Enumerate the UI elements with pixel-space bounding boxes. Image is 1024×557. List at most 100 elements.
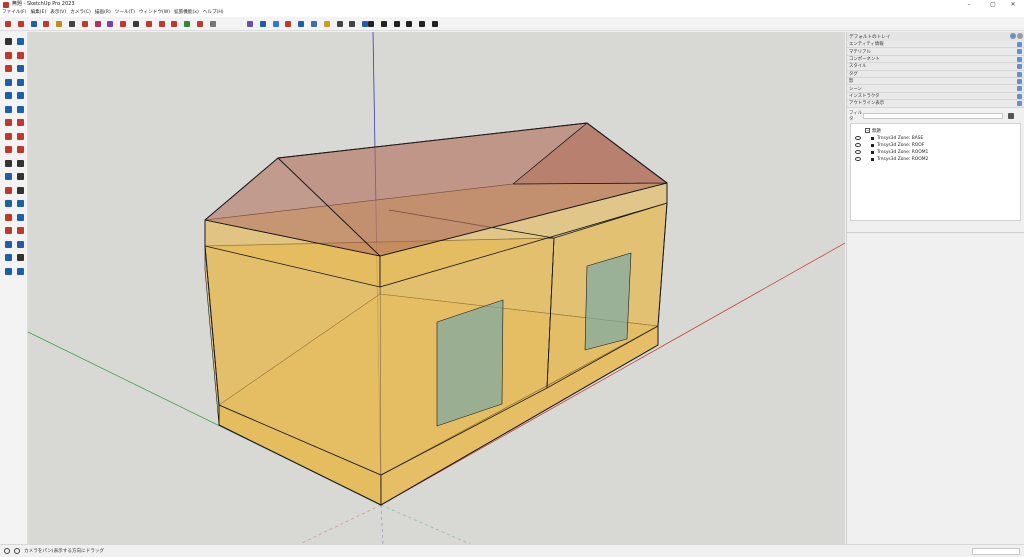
xray-icon[interactable] <box>322 19 332 29</box>
tray-panel[interactable]: マテリアル <box>847 48 1024 56</box>
offset-icon[interactable] <box>15 144 26 155</box>
modeling-viewport[interactable] <box>28 32 845 544</box>
rotate-icon[interactable] <box>15 131 26 142</box>
text-icon[interactable] <box>15 171 26 182</box>
line-icon[interactable] <box>3 63 14 74</box>
filter-input[interactable] <box>863 112 1003 119</box>
menu-item[interactable]: ヘルプ(H) <box>203 9 224 17</box>
zoom-extents-icon[interactable] <box>3 239 14 250</box>
next-scene-icon[interactable] <box>417 19 427 29</box>
section-plane-icon[interactable] <box>3 198 14 209</box>
outliner-item[interactable]: Trnsys3d Zone: ROOM2 <box>855 157 928 162</box>
expand-icon[interactable] <box>1017 64 1022 70</box>
expand-icon[interactable] <box>1017 93 1022 99</box>
walk-icon[interactable] <box>15 198 26 209</box>
outliner-root[interactable]: − 無題 <box>865 128 881 134</box>
scale-icon[interactable] <box>157 19 167 29</box>
axes-icon[interactable] <box>3 185 14 196</box>
expand-icon[interactable] <box>1017 49 1022 55</box>
left-view-icon[interactable] <box>309 19 319 29</box>
extension-icon[interactable] <box>208 19 218 29</box>
tape-measure-icon[interactable] <box>3 158 14 169</box>
close-button[interactable]: ✕ <box>1002 0 1024 9</box>
menu-item[interactable]: 拡張機能(x) <box>174 9 199 17</box>
menu-item[interactable]: 表示(V) <box>50 9 66 17</box>
visibility-eye-icon[interactable] <box>855 157 861 162</box>
make-component-icon[interactable] <box>15 36 26 47</box>
credit-icon[interactable] <box>14 548 20 554</box>
visibility-eye-icon[interactable] <box>855 143 861 148</box>
menu-item[interactable]: ファイル(F) <box>2 9 27 17</box>
walk-person-icon[interactable] <box>15 252 26 263</box>
top-view-icon[interactable] <box>258 19 268 29</box>
visibility-eye-icon[interactable] <box>855 136 861 141</box>
back-view-icon[interactable] <box>296 19 306 29</box>
play-icon[interactable] <box>404 19 414 29</box>
minimize-button[interactable]: – <box>958 0 980 9</box>
tape-icon[interactable] <box>41 19 51 29</box>
3d-text-icon[interactable] <box>15 185 26 196</box>
prev-scene-icon[interactable] <box>392 19 402 29</box>
freehand-icon[interactable] <box>15 63 26 74</box>
move-icon[interactable] <box>3 131 14 142</box>
tray-panel[interactable]: コンポーネント <box>847 55 1024 64</box>
dimension-icon[interactable] <box>15 158 26 169</box>
maximize-button[interactable]: ▢ <box>982 0 1004 9</box>
arc-icon[interactable] <box>3 104 14 115</box>
menu-item[interactable]: カメラ(C) <box>70 9 91 17</box>
rectangle-icon[interactable] <box>3 77 14 88</box>
orbit-icon[interactable] <box>3 212 14 223</box>
component-icon[interactable] <box>195 19 205 29</box>
wireframe-icon[interactable] <box>335 19 345 29</box>
zoom-icon[interactable] <box>3 225 14 236</box>
tray-help-icon[interactable] <box>1010 33 1016 39</box>
circle-icon[interactable] <box>3 90 14 101</box>
tape-measure-icon[interactable] <box>169 19 179 29</box>
expand-icon[interactable] <box>1017 42 1022 47</box>
eraser-icon[interactable] <box>15 50 26 61</box>
pushpull-icon[interactable] <box>105 19 115 29</box>
menu-item[interactable]: 編集(E) <box>31 9 47 17</box>
last-scene-icon[interactable] <box>430 19 440 29</box>
iso-view-icon[interactable] <box>245 19 255 29</box>
eraser-icon[interactable] <box>29 19 39 29</box>
move-icon[interactable] <box>131 19 141 29</box>
select-icon[interactable] <box>3 19 13 29</box>
house-model[interactable] <box>204 122 668 506</box>
tray-panel[interactable]: スタイル <box>847 63 1024 71</box>
menu-item[interactable]: 描画(R) <box>95 9 111 17</box>
scale-icon[interactable] <box>3 144 14 155</box>
tray-panel[interactable]: インストラクタ <box>847 92 1024 101</box>
follow-me-icon[interactable] <box>15 117 26 128</box>
protractor-icon[interactable] <box>3 171 14 182</box>
zoom-window-icon[interactable] <box>15 225 26 236</box>
scene-canvas[interactable] <box>28 32 845 544</box>
outliner-item[interactable]: Trnsys3d Zone: BASE <box>855 136 923 141</box>
right-view-icon[interactable] <box>283 19 293 29</box>
collapse-icon[interactable]: − <box>865 128 870 134</box>
rotate-icon[interactable] <box>144 19 154 29</box>
text-icon[interactable] <box>93 19 103 29</box>
scene-add-icon[interactable] <box>366 19 376 29</box>
ruby-icon[interactable] <box>182 19 192 29</box>
offset-icon[interactable] <box>118 19 128 29</box>
arc-icon[interactable] <box>67 19 77 29</box>
shapes-icon[interactable] <box>80 19 90 29</box>
tray-panel[interactable]: シーン <box>847 85 1024 93</box>
line-icon[interactable] <box>54 19 64 29</box>
menu-item[interactable]: ツール(T) <box>115 9 135 17</box>
outliner-options-icon[interactable] <box>1008 112 1014 119</box>
sandbox-icon[interactable] <box>3 266 14 277</box>
menu-item[interactable]: ウィンドウ(W) <box>139 9 170 17</box>
expand-icon[interactable] <box>1017 56 1022 62</box>
tray-panel[interactable]: アウトライン表示 <box>847 100 1024 108</box>
push-pull-icon[interactable] <box>3 117 14 128</box>
look-around-icon[interactable] <box>3 252 14 263</box>
expand-icon[interactable] <box>1017 78 1022 84</box>
outliner-item[interactable]: Trnsys3d Zone: ROOM1 <box>855 150 928 155</box>
front-view-icon[interactable] <box>271 19 281 29</box>
position-camera-icon[interactable] <box>15 239 26 250</box>
pie-icon[interactable] <box>15 104 26 115</box>
visibility-eye-icon[interactable] <box>855 150 861 155</box>
sandbox-smoove-icon[interactable] <box>15 266 26 277</box>
